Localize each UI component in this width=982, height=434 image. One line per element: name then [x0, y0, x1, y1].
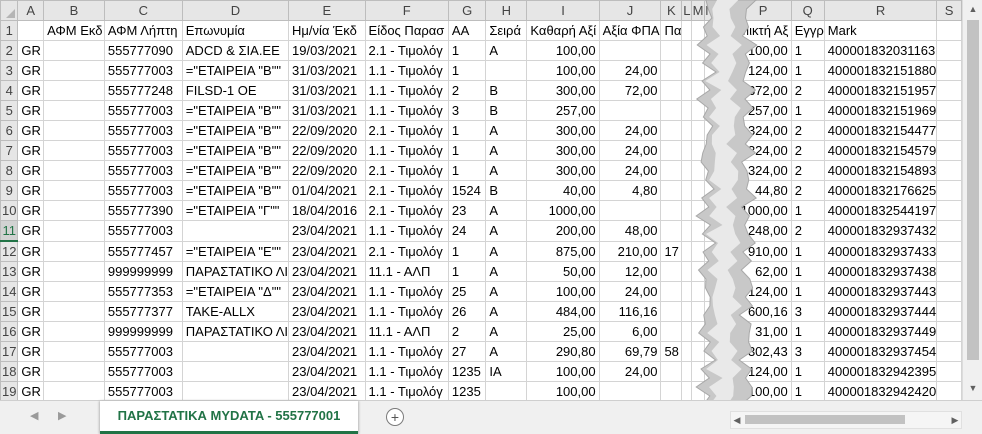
sheet-tab-active[interactable]: ΠΑΡΑΣΤΑΤΙΚΑ MYDATA - 555777001 [100, 401, 358, 434]
scroll-left-arrow-icon[interactable]: ◀ [731, 412, 743, 428]
prev-sheet-icon[interactable]: ◀ [30, 409, 38, 422]
horizontal-scrollbar[interactable]: ◀ ▶ [730, 411, 962, 429]
scroll-up-arrow-icon[interactable]: ▲ [963, 1, 982, 18]
torn-paper-overlay [695, 0, 758, 433]
next-sheet-icon[interactable]: ▶ [58, 409, 66, 422]
scroll-right-arrow-icon[interactable]: ▶ [949, 412, 961, 428]
add-sheet-icon[interactable]: + [386, 408, 404, 426]
vertical-scrollbar[interactable]: ▲ ▼ [962, 0, 982, 400]
sheet-tab-bar: ◀ ▶ ΠΑΡΑΣΤΑΤΙΚΑ MYDATA - 555777001 + ◀ ▶ [0, 400, 982, 434]
vertical-scroll-thumb[interactable] [967, 20, 979, 360]
horizontal-scroll-thumb[interactable] [745, 415, 905, 424]
scroll-down-arrow-icon[interactable]: ▼ [963, 380, 982, 397]
